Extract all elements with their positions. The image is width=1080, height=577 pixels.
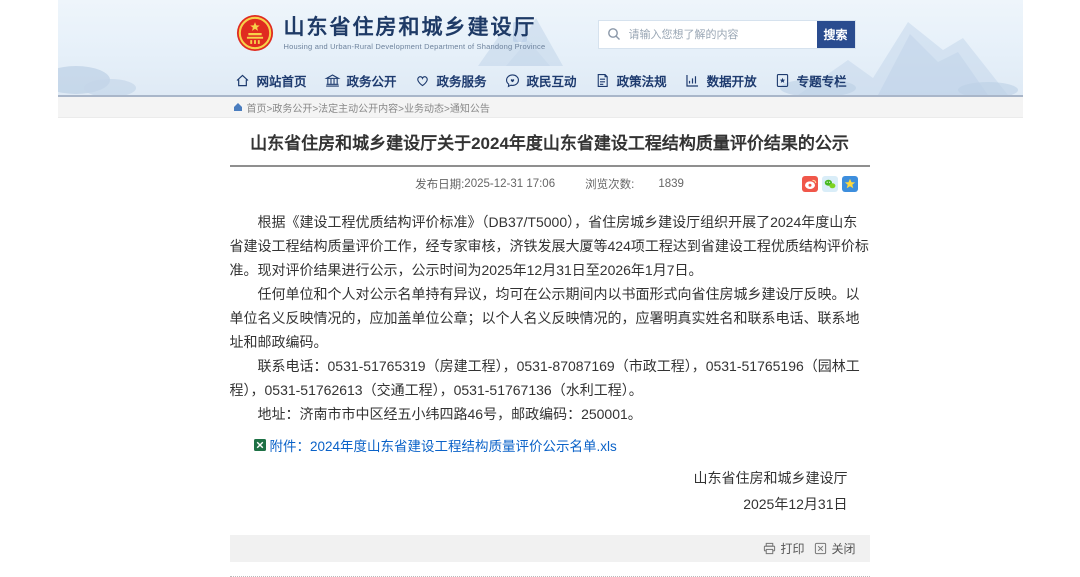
printer-icon [763,542,776,555]
star-document-icon [774,72,791,89]
search-icon [607,27,621,41]
main-nav: 网站首页 政务公开 政务服务 政民互动 [58,66,1023,95]
wechat-share-icon[interactable] [822,176,838,192]
article-body: 根据《建设工程优质结构评价标准》（DB37/T5000），省住房城乡建设厅组织开… [230,210,870,426]
nav-item-interaction[interactable]: 政民互动 [504,71,577,90]
logo-text: 山东省住房和城乡建设厅 Housing and Urban-Rural Deve… [284,16,546,51]
attachment-label: 附件： [270,435,311,455]
views-label: 浏览次数: [585,176,634,192]
page-title: 山东省住房和城乡建设厅关于2024年度山东省建设工程结构质量评价结果的公示 [230,132,870,156]
nav-item-label: 政民互动 [527,71,577,90]
home-icon [234,72,251,89]
heart-service-icon [414,72,431,89]
site-header: 山东省住房和城乡建设厅 Housing and Urban-Rural Deve… [58,0,1023,97]
signature-org: 山东省住房和城乡建设厅 [230,465,848,491]
chart-icon [684,72,701,89]
search-input[interactable] [599,21,817,48]
document-icon [594,72,611,89]
publish-date-label: 发布日期: [415,176,464,192]
nav-item-label: 网站首页 [257,71,307,90]
views-value: 1839 [658,178,684,190]
nav-item-label: 政务服务 [437,71,487,90]
favorite-share-icon[interactable] [842,176,858,192]
site-title: 山东省住房和城乡建设厅 [284,16,546,40]
close-button[interactable]: 关闭 [814,540,855,557]
chat-heart-icon [504,72,521,89]
article: 山东省住房和城乡建设厅关于2024年度山东省建设工程结构质量评价结果的公示 发布… [230,132,870,577]
paragraph: 任何单位和个人对公示名单持有异议，均可在公示期间内以书面形式向省住房城乡建设厅反… [230,282,870,354]
nav-item-label: 政务公开 [347,71,397,90]
attachment-row: 附件：2024年度山东省建设工程结构质量评价公示名单.xls [230,435,870,455]
breadcrumb-bar: 首页>政务公开>法定主动公开内容>业务动态>通知公告 [58,97,1023,118]
site-search: 搜索 [599,21,855,48]
close-label: 关闭 [831,540,855,557]
attachment-link[interactable]: 2024年度山东省建设工程结构质量评价公示名单.xls [310,435,617,455]
print-label: 打印 [780,540,804,557]
print-button[interactable]: 打印 [763,540,804,557]
national-emblem-icon [236,14,274,52]
search-button[interactable]: 搜索 [817,21,855,48]
close-icon [814,542,827,555]
nav-item-special[interactable]: 专题专栏 [774,71,847,90]
gov-building-icon [324,72,341,89]
publish-date-value: 2025-12-31 17:06 [464,178,555,190]
actions-bar: 打印 关闭 [230,535,870,562]
article-meta: 发布日期:2025-12-31 17:06 浏览次数: 1839 [230,167,870,201]
paragraph: 地址：济南市市中区经五小纬四路46号，邮政编码：250001。 [230,402,870,426]
nav-item-policy[interactable]: 政策法规 [594,71,667,90]
breadcrumb[interactable]: 首页>政务公开>法定主动公开内容>业务动态>通知公告 [247,100,490,115]
nav-item-gov-service[interactable]: 政务服务 [414,71,487,90]
nav-item-label: 数据开放 [707,71,757,90]
paragraph: 联系电话：0531-51765319（房建工程），0531-87087169（市… [230,354,870,402]
nav-item-home[interactable]: 网站首页 [234,71,307,90]
nav-item-gov-open[interactable]: 政务公开 [324,71,397,90]
nav-item-label: 专题专栏 [797,71,847,90]
page: 山东省住房和城乡建设厅 Housing and Urban-Rural Deve… [58,0,1023,569]
nav-item-data[interactable]: 数据开放 [684,71,757,90]
weibo-share-icon[interactable] [802,176,818,192]
header-top: 山东省住房和城乡建设厅 Housing and Urban-Rural Deve… [58,0,1023,66]
signature-block: 山东省住房和城乡建设厅 2025年12月31日 [230,465,870,517]
site-subtitle: Housing and Urban-Rural Development Depa… [284,42,546,51]
nav-item-label: 政策法规 [617,71,667,90]
excel-file-icon [254,439,266,451]
site-logo[interactable]: 山东省住房和城乡建设厅 Housing and Urban-Rural Deve… [236,14,546,52]
breadcrumb-home-icon [233,102,243,112]
share-icons [802,176,858,192]
paragraph: 根据《建设工程优质结构评价标准》（DB37/T5000），省住房城乡建设厅组织开… [230,210,870,282]
signature-date: 2025年12月31日 [230,491,848,517]
